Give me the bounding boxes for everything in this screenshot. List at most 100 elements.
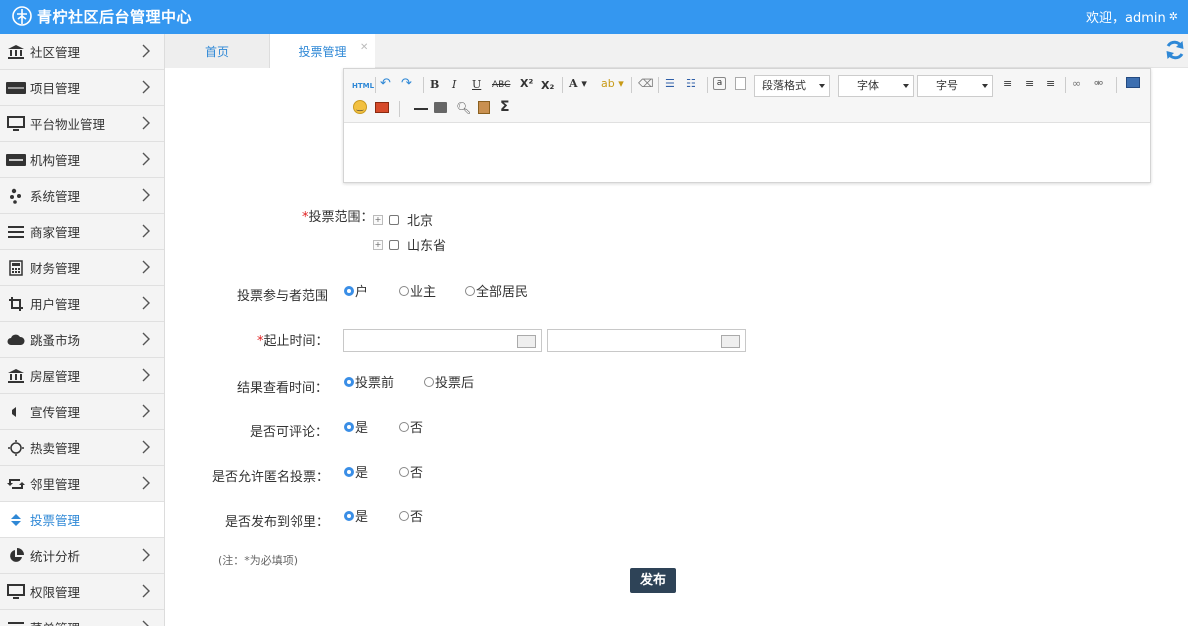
chevron-right-icon — [142, 260, 150, 274]
radio-selected-icon[interactable] — [344, 421, 354, 432]
sidebar-item-3[interactable]: 机构管理 — [0, 142, 164, 178]
eraser-icon[interactable]: ⌫ — [638, 76, 654, 92]
html-source-button[interactable]: HTML — [352, 78, 374, 94]
link-icon[interactable]: ∞ — [1072, 76, 1081, 92]
calendar-icon[interactable] — [517, 335, 536, 348]
sidebar-item-14[interactable]: 统计分析 — [0, 538, 164, 574]
welcome-text: 欢迎，admin — [1086, 11, 1166, 26]
sidebar-item-5[interactable]: 商家管理 — [0, 214, 164, 250]
publish-button[interactable]: 发布 — [630, 568, 676, 593]
radio-selected-icon[interactable] — [344, 510, 354, 521]
highlight-color-icon[interactable]: ab ▾ — [601, 76, 624, 92]
sidebar-item-1[interactable]: 项目管理 — [0, 70, 164, 106]
preview-icon[interactable]: 🔍︎ — [456, 100, 471, 116]
page-icon[interactable] — [735, 77, 746, 90]
radio-icon[interactable] — [399, 510, 409, 521]
italic-icon[interactable]: I — [452, 77, 456, 93]
align-left-icon[interactable]: ≡ — [1003, 76, 1012, 92]
sidebar-item-6[interactable]: 财务管理 — [0, 250, 164, 286]
sidebar-item-12[interactable]: 邻里管理 — [0, 466, 164, 502]
end-date-input[interactable] — [547, 329, 746, 352]
participants-radio-owner[interactable]: 业主 — [399, 281, 436, 300]
start-date-input[interactable] — [343, 329, 542, 352]
font-size-select[interactable]: 字号 — [917, 75, 993, 97]
tab-bar: 首页 投票管理 ✕ — [165, 34, 1188, 68]
tab-close-icon[interactable]: ✕ — [360, 42, 368, 53]
emoji-icon[interactable]: ‿ — [353, 100, 367, 114]
unlink-icon[interactable]: ⚮ — [1094, 76, 1103, 92]
radio-selected-icon[interactable] — [344, 376, 354, 387]
expand-icon[interactable]: + — [373, 214, 383, 225]
align-right-icon[interactable]: ≡ — [1046, 76, 1055, 92]
radio-icon[interactable] — [424, 376, 434, 387]
scope-checkbox[interactable] — [389, 214, 399, 225]
scope-checkbox[interactable] — [389, 239, 399, 250]
sidebar-item-4[interactable]: 系统管理 — [0, 178, 164, 214]
paste-icon[interactable] — [478, 101, 490, 114]
cloud-icon — [0, 333, 30, 347]
paragraph-format-select[interactable]: 段落格式 — [754, 75, 830, 97]
sidebar-item-16[interactable]: 菜单管理 — [0, 610, 164, 626]
calendar-icon[interactable] — [721, 335, 740, 348]
radio-icon[interactable] — [399, 421, 409, 432]
refresh-icon[interactable] — [1164, 39, 1186, 61]
underline-icon[interactable]: U — [472, 77, 481, 93]
unordered-list-icon[interactable]: ☷ — [686, 76, 696, 92]
radio-selected-icon[interactable] — [344, 285, 354, 296]
ordered-list-icon[interactable]: ☰ — [665, 76, 675, 92]
superscript-icon[interactable]: X² — [520, 76, 533, 92]
align-center-icon[interactable]: ≡ — [1025, 76, 1034, 92]
commentable-radio-no[interactable]: 否 — [399, 417, 423, 436]
fullscreen-icon[interactable] — [1126, 77, 1140, 88]
redo-icon[interactable]: ↷ — [401, 76, 412, 92]
anonymous-radio-yes[interactable]: 是 — [344, 462, 368, 481]
radio-icon[interactable] — [465, 285, 475, 296]
user-welcome[interactable]: 欢迎，admin ✲ — [1086, 7, 1178, 26]
chevron-right-icon — [142, 116, 150, 130]
radio-icon[interactable] — [399, 285, 409, 296]
sidebar-item-label: 系统管理 — [30, 189, 81, 204]
horizontal-rule-icon[interactable] — [414, 108, 428, 110]
commentable-radio-yes[interactable]: 是 — [344, 417, 368, 436]
sidebar-item-9[interactable]: 房屋管理 — [0, 358, 164, 394]
image-icon[interactable] — [375, 102, 389, 113]
bank-icon — [0, 44, 30, 60]
sidebar-item-7[interactable]: 用户管理 — [0, 286, 164, 322]
font-color-icon[interactable]: A ▾ — [569, 76, 587, 92]
publish-neighbor-radio-no[interactable]: 否 — [399, 506, 423, 525]
sidebar-item-label: 权限管理 — [30, 585, 81, 600]
font-family-value: 字体 — [857, 79, 879, 92]
formula-sigma-icon[interactable]: Σ — [500, 99, 510, 115]
editor-content-area[interactable] — [344, 123, 1150, 183]
sun-icon — [0, 439, 30, 456]
toolbar-divider — [1065, 77, 1066, 93]
tab-home[interactable]: 首页 — [165, 34, 270, 68]
radio-selected-icon[interactable] — [344, 466, 354, 477]
sidebar-item-8[interactable]: 跳蚤市场 — [0, 322, 164, 358]
sidebar-item-10[interactable]: 宣传管理 — [0, 394, 164, 430]
sidebar-item-15[interactable]: 权限管理 — [0, 574, 164, 610]
participants-radio-household[interactable]: 户 — [344, 281, 368, 300]
scope-tree-item[interactable]: + 山东省 — [373, 235, 446, 254]
calculator-icon — [0, 259, 30, 276]
font-family-select[interactable]: 字体 — [838, 75, 914, 97]
result-radio-before[interactable]: 投票前 — [344, 372, 394, 391]
publish-neighbor-radio-yes[interactable]: 是 — [344, 506, 368, 525]
sidebar-item-0[interactable]: 社区管理 — [0, 34, 164, 70]
print-icon[interactable] — [434, 102, 447, 113]
subscript-icon[interactable]: X₂ — [541, 78, 554, 94]
anonymous-radio-no[interactable]: 否 — [399, 462, 423, 481]
strikethrough-icon[interactable]: ABC — [492, 77, 510, 93]
insert-text-icon[interactable]: a — [713, 77, 726, 90]
scope-tree-item[interactable]: + 北京 — [373, 210, 433, 229]
participants-radio-all-residents[interactable]: 全部居民 — [465, 281, 528, 300]
sidebar-item-2[interactable]: 平台物业管理 — [0, 106, 164, 142]
expand-icon[interactable]: + — [373, 239, 383, 250]
sidebar-item-11[interactable]: 热卖管理 — [0, 430, 164, 466]
undo-icon[interactable]: ↶ — [380, 76, 391, 92]
radio-icon[interactable] — [399, 466, 409, 477]
gear-icon[interactable]: ✲ — [1169, 10, 1178, 23]
sidebar-item-13[interactable]: 投票管理 — [0, 502, 164, 538]
bold-icon[interactable]: B — [430, 77, 439, 93]
result-radio-after[interactable]: 投票后 — [424, 372, 474, 391]
